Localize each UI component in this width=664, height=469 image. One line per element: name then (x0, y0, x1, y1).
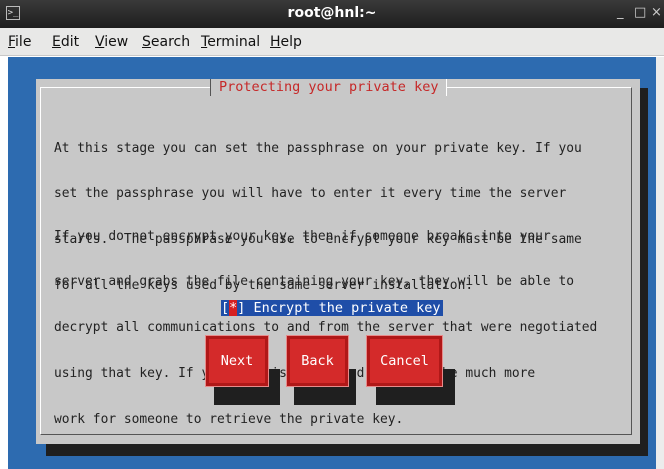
menu-search-accel: S (142, 34, 151, 50)
window-titlebar: >_ root@hnl:~ _ □ × (0, 0, 664, 28)
window-title: root@hnl:~ (287, 5, 377, 21)
menu-file-accel: F (8, 34, 16, 50)
menu-file[interactable]: File (8, 34, 31, 50)
menu-view[interactable]: View (95, 34, 128, 50)
menu-help-accel: H (270, 34, 281, 50)
next-button[interactable]: Next (205, 335, 269, 387)
paragraph-line: If you do not encrypt your key, then if … (54, 228, 551, 244)
terminal-scrollbar[interactable] (656, 57, 664, 469)
menu-file-label: ile (15, 34, 32, 50)
menu-search-label: earch (150, 34, 191, 50)
menu-help-label: elp (280, 34, 302, 50)
close-button[interactable]: × (651, 6, 662, 20)
paragraph-line: work for someone to retrieve the private… (54, 412, 404, 428)
menu-terminal-label: erminal (207, 34, 261, 50)
minimize-button[interactable]: _ (617, 6, 624, 20)
encrypt-key-checkbox[interactable]: [*] Encrypt the private key (221, 300, 443, 316)
menubar: File Edit View Search Terminal Help (0, 28, 664, 56)
dialog-paragraph-2: If you do not encrypt your key, then if … (54, 198, 644, 458)
cancel-button[interactable]: Cancel (366, 335, 443, 387)
menu-view-accel: V (95, 34, 105, 50)
back-button[interactable]: Back (286, 335, 349, 387)
menu-edit[interactable]: Edit (52, 34, 79, 50)
checkbox-label: Encrypt the private key (245, 300, 441, 316)
menu-edit-label: dit (60, 34, 80, 50)
paragraph-line: decrypt all communications to and from t… (54, 320, 598, 336)
menu-view-label: iew (104, 34, 129, 50)
menu-help[interactable]: Help (270, 34, 302, 50)
paragraph-line: server and grabs the file containing you… (54, 274, 574, 290)
dialog-title: Protecting your private key (210, 79, 448, 96)
menu-search[interactable]: Search (142, 34, 190, 50)
paragraph-line: At this stage you can set the passphrase… (54, 140, 582, 156)
maximize-button[interactable]: □ (634, 6, 646, 20)
checkbox-open-bracket: [ (221, 300, 230, 316)
menu-edit-accel: E (52, 34, 61, 50)
dialog: Protecting your private key At this stag… (36, 79, 640, 444)
menu-terminal[interactable]: Terminal (201, 34, 260, 50)
